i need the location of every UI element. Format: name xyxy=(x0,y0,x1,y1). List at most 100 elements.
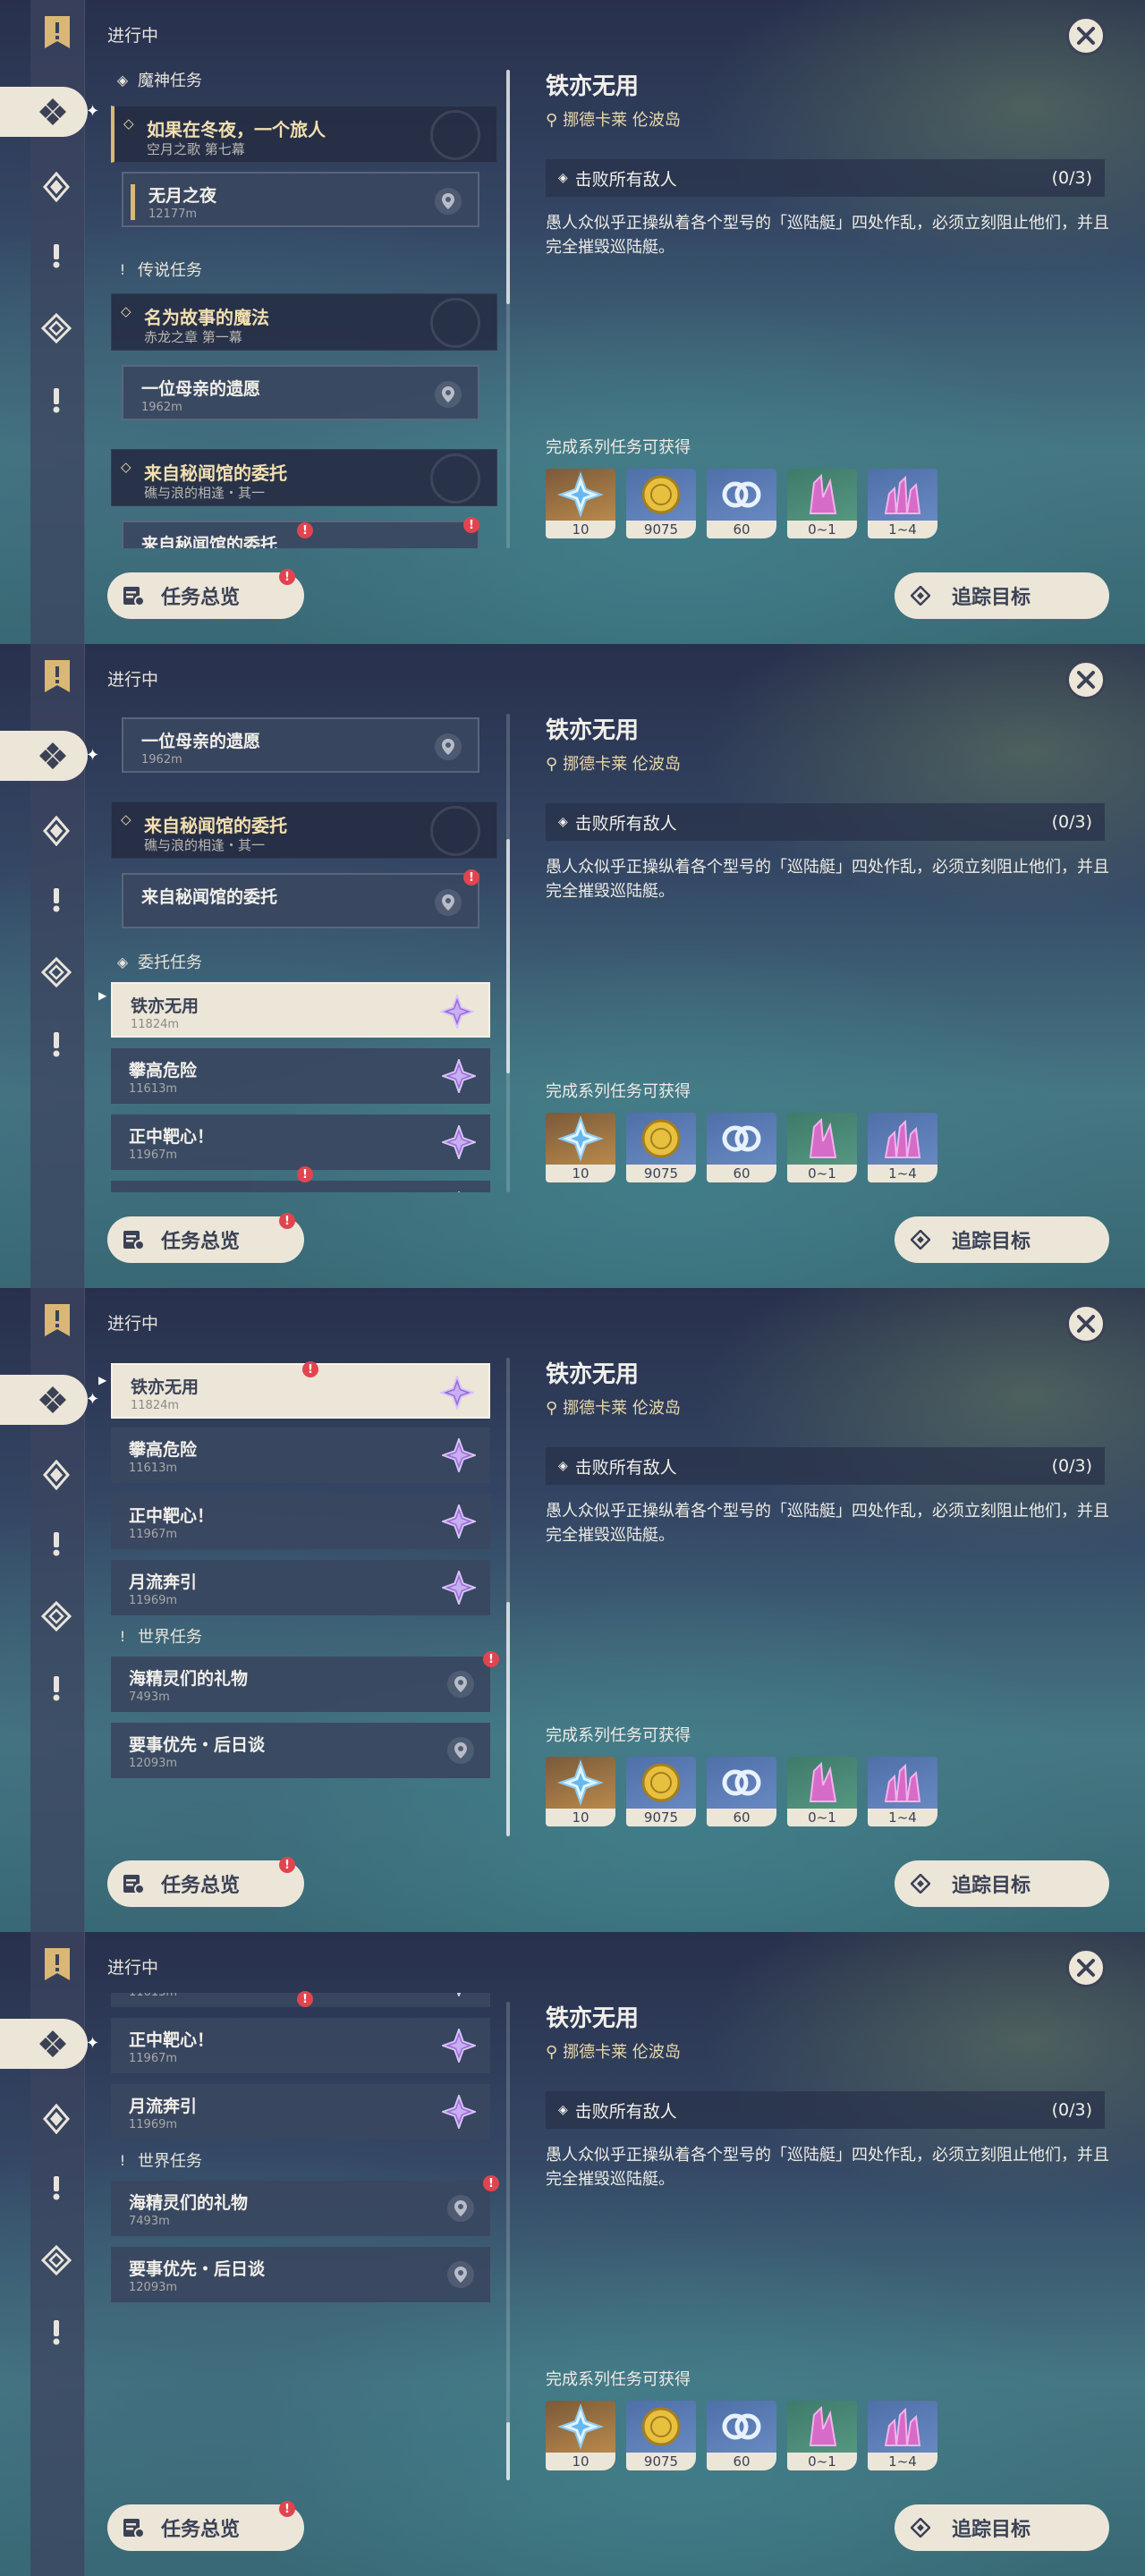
reward-item[interactable]: 9075 xyxy=(626,1113,696,1182)
category-commission-tab[interactable] xyxy=(0,87,88,137)
quest-detail: 铁亦无用 ⚲ 挪德卡莱 伦波岛 ◈ 击败所有敌人 (0/3) 愚人众似乎正操纵着各个型… xyxy=(546,644,1118,1288)
category-world-tab[interactable] xyxy=(36,308,77,349)
quest-list[interactable]: 攀高危险11613m 正中靶心！11967m 月流奔引11969m !世界任务 … xyxy=(107,1993,501,2480)
reward-item[interactable]: 1~4 xyxy=(868,469,937,538)
quest-book-icon[interactable] xyxy=(39,1945,75,1984)
reward-item[interactable]: 10 xyxy=(546,1757,615,1826)
map-pin-icon[interactable] xyxy=(447,2195,474,2222)
category-commission-tab[interactable] xyxy=(0,731,88,781)
category-archon-tab[interactable] xyxy=(36,166,77,208)
reward-item[interactable]: 9075 xyxy=(626,469,696,538)
category-story-tab[interactable] xyxy=(36,878,77,919)
map-pin-icon[interactable] xyxy=(435,889,462,916)
commission-item[interactable]: 正中靶心！ 11967m xyxy=(111,1114,490,1170)
reward-item[interactable]: 60 xyxy=(707,1757,776,1826)
list-scrollbar[interactable] xyxy=(506,714,510,1192)
category-story-tab[interactable] xyxy=(36,1522,77,1563)
crystal-cluster-icon xyxy=(868,1757,937,1809)
world-quest-item[interactable]: 要事优先・后日谈 12093m xyxy=(111,2247,490,2302)
reward-item[interactable]: 0~1 xyxy=(787,469,857,538)
category-event-tab[interactable] xyxy=(36,1667,77,1708)
commission-item[interactable]: 月流奔引11969m xyxy=(111,1560,490,1615)
world-quest-item[interactable]: 海精灵们的礼物 7493m! xyxy=(111,1651,499,1712)
commission-item[interactable]: 攀高危险11613m xyxy=(111,1428,490,1483)
reward-item[interactable]: 9075 xyxy=(626,2401,696,2470)
quest-list[interactable]: ◈ 魔神任务 ◇ 如果在冬夜，一个旅人 空月之歌 第七幕 无月之夜 12177m ! 传说… xyxy=(107,61,501,548)
quest-step-archon[interactable]: 无月之夜 12177m xyxy=(122,172,479,227)
reward-item[interactable]: 0~1 xyxy=(787,2401,857,2470)
reward-item[interactable]: 10 xyxy=(546,2401,615,2470)
map-pin-icon[interactable] xyxy=(435,381,462,408)
ornament-icon xyxy=(430,110,480,160)
commission-item[interactable]: 月流奔引11969m xyxy=(111,2084,490,2140)
commission-item[interactable]: 正中靶心！ 11967m xyxy=(111,2018,490,2073)
quest-title: 铁亦无用 xyxy=(546,73,640,100)
map-pin-icon[interactable] xyxy=(447,1737,474,1764)
reward-item[interactable]: 10 xyxy=(546,1113,615,1182)
quest-book-icon[interactable] xyxy=(39,657,75,696)
selection-arrow-icon: ▶ xyxy=(98,1374,107,1386)
quest-step-story[interactable]: 一位母亲的遗愿 1962m xyxy=(122,717,479,773)
list-scrollbar[interactable] xyxy=(506,70,510,548)
world-quest-item[interactable]: 要事优先・后日谈 12093m xyxy=(111,1723,490,1778)
reward-item[interactable]: 9075 xyxy=(626,1757,696,1826)
category-story-tab[interactable] xyxy=(36,234,77,275)
story-icon: ! xyxy=(119,260,126,278)
commission-item[interactable]: 攀高危险11613m xyxy=(111,1048,490,1104)
quest-chain-story[interactable]: ◇ 名为故事的魔法 赤龙之章 第一幕 xyxy=(111,293,497,351)
reward-item[interactable]: 60 xyxy=(707,2401,776,2470)
list-scrollbar[interactable] xyxy=(506,1358,510,1836)
category-archon-tab[interactable] xyxy=(36,2098,77,2140)
list-scrollbar[interactable] xyxy=(506,2002,510,2480)
category-event-tab[interactable] xyxy=(36,1023,77,1064)
quest-book-icon[interactable] xyxy=(39,13,75,52)
reward-item[interactable]: 60 xyxy=(707,469,776,538)
companionship-exp-icon xyxy=(707,2401,776,2453)
reward-item[interactable]: 1~4 xyxy=(868,1757,937,1826)
category-archon-tab[interactable] xyxy=(36,810,77,852)
reward-item[interactable]: 0~1 xyxy=(787,1757,857,1826)
category-event-tab[interactable] xyxy=(36,2311,77,2352)
quest-step-story[interactable]: 一位母亲的遗愿 1962m xyxy=(122,365,479,420)
quest-chain-hangout[interactable]: ◇ 来自秘闻馆的委托 礁与浪的相逢・其一 xyxy=(111,449,497,506)
reward-item[interactable]: 1~4 xyxy=(868,2401,937,2470)
crystal-icon xyxy=(787,1113,857,1165)
quest-list[interactable]: 一位母亲的遗愿 1962m ◇ 来自秘闻馆的委托 礁与浪的相逢・其一 来自秘闻馆的委托… xyxy=(107,705,501,1192)
objective-row: ◈ 击败所有敌人 (0/3) xyxy=(546,803,1105,841)
reward-item[interactable]: 60 xyxy=(707,1113,776,1182)
rewards-row: 10 9075 60 0~1 1~4 xyxy=(546,2401,1118,2472)
map-pin-icon[interactable] xyxy=(447,1671,474,1698)
reward-item[interactable]: 10 xyxy=(546,469,615,538)
quest-chain-hangout[interactable]: ◇ 来自秘闻馆的委托 礁与浪的相逢・其一 xyxy=(111,801,497,859)
commission-item-selected[interactable]: 铁亦无用 11824m! xyxy=(111,1361,490,1419)
commission-item[interactable]: 正中靶心！ 11967m xyxy=(111,1494,490,1549)
quest-overview-button[interactable]: 任务总览 xyxy=(107,572,304,619)
quest-overview-button[interactable]: 任务总览 xyxy=(107,1860,304,1907)
category-commission-tab[interactable] xyxy=(0,2019,88,2069)
map-pin-icon[interactable] xyxy=(447,2261,474,2288)
map-pin-icon[interactable] xyxy=(435,188,462,215)
commission-item-selected[interactable]: 铁亦无用 11824m xyxy=(111,982,490,1038)
commission-item[interactable]: 月流奔引11969m xyxy=(111,1181,490,1192)
commission-icon: ◈ xyxy=(116,953,129,970)
category-event-tab[interactable] xyxy=(36,379,77,420)
category-world-tab[interactable] xyxy=(36,952,77,993)
quest-list[interactable]: 铁亦无用 11824m! 攀高危险 11613m 正中靶心！ 11967m 月流奔引 1… xyxy=(107,1349,501,1836)
quest-overview-button[interactable]: 任务总览 xyxy=(107,1216,304,1263)
world-quest-item[interactable]: 海精灵们的礼物 7493m! xyxy=(111,2175,499,2236)
quest-chain-archon[interactable]: ◇ 如果在冬夜，一个旅人 空月之歌 第七幕 xyxy=(111,106,497,163)
quest-step-hangout[interactable]: 来自秘闻馆的委托! xyxy=(122,869,479,928)
map-pin-icon[interactable] xyxy=(435,733,462,760)
quest-overview-button[interactable]: 任务总览 xyxy=(107,2504,304,2551)
reward-item[interactable]: 0~1 xyxy=(787,1113,857,1182)
category-commission-tab[interactable] xyxy=(0,1375,88,1425)
quest-detail: 铁亦无用 ⚲ 挪德卡莱 伦波岛 ◈ 击败所有敌人 (0/3) 愚人众似乎正操纵着各个型… xyxy=(546,1288,1118,1932)
category-archon-tab[interactable] xyxy=(36,1454,77,1496)
reward-item[interactable]: 1~4 xyxy=(868,1113,937,1182)
category-story-tab[interactable] xyxy=(36,2166,77,2207)
category-world-tab[interactable] xyxy=(36,1596,77,1637)
category-world-tab[interactable] xyxy=(36,2240,77,2281)
quest-book-icon[interactable] xyxy=(39,1301,75,1340)
location-pin-icon: ⚲ xyxy=(546,111,558,130)
objective-row: ◈ 击败所有敌人 (0/3) xyxy=(546,2091,1105,2129)
